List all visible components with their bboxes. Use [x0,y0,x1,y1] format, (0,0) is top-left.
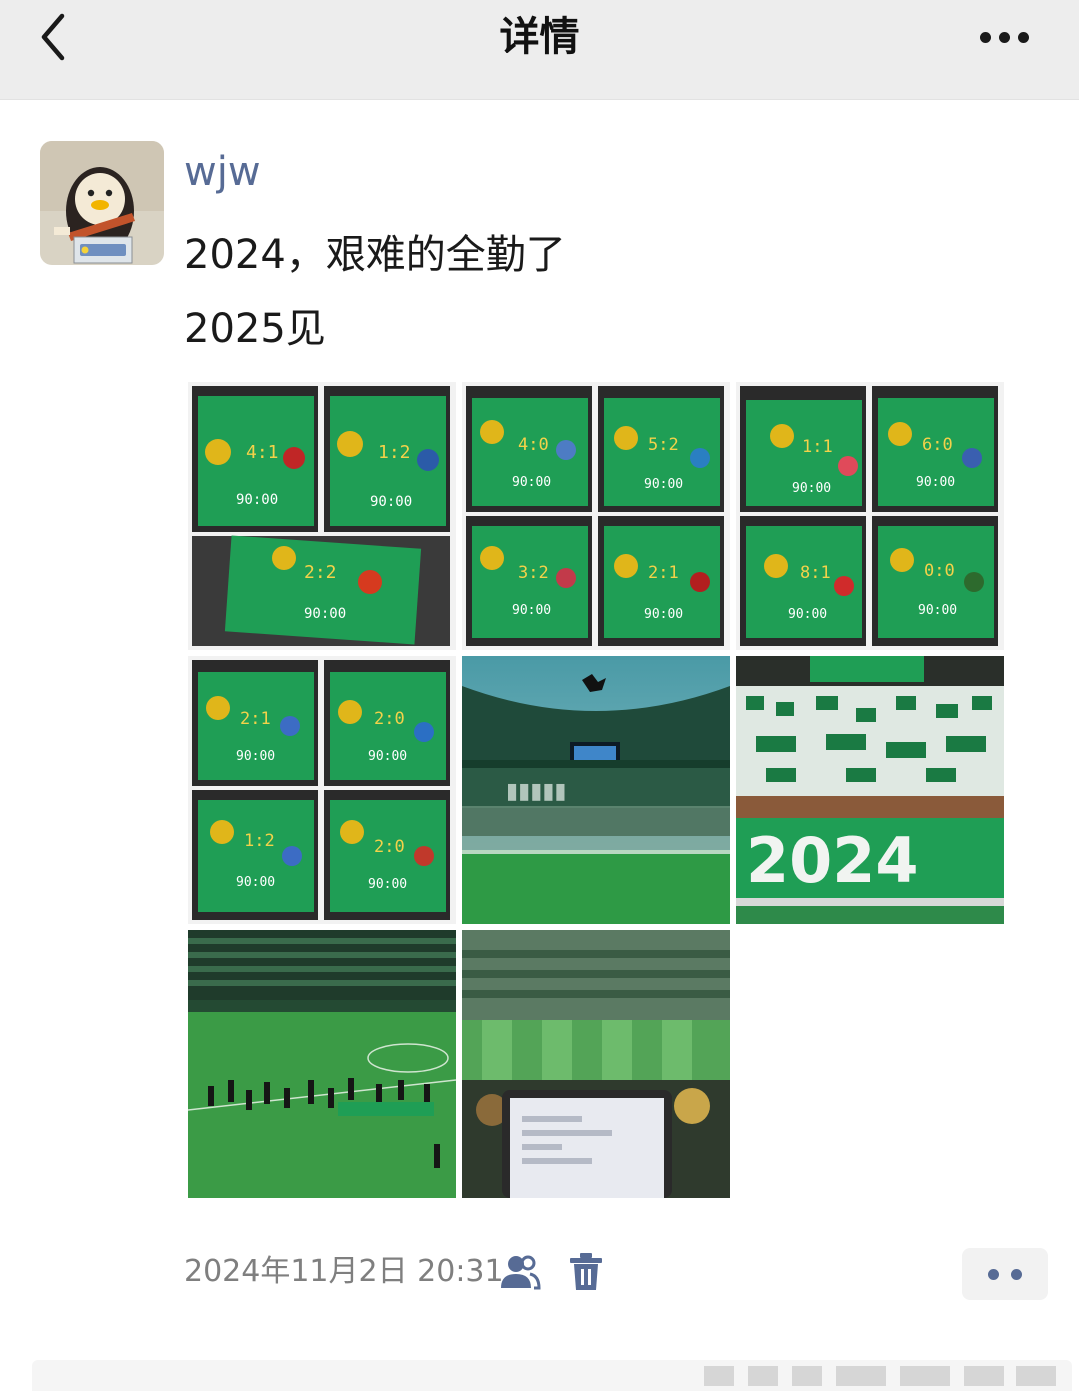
svg-text:1:1: 1:1 [802,437,833,457]
post-text: 2024，艰难的全勤了 2025见 [184,218,566,366]
svg-text:2:0: 2:0 [374,837,405,857]
svg-text:90:00: 90:00 [236,492,278,508]
ellipsis-icon [980,32,991,43]
post-image-7[interactable] [188,930,456,1198]
page-title: 详情 [499,14,580,60]
post-image-6[interactable]: 2024 [736,656,1004,924]
svg-text:90:00: 90:00 [370,494,412,510]
comment-more-button[interactable] [962,1248,1048,1300]
username-link[interactable]: wjw [184,146,261,198]
post-image-4[interactable]: 2:1 90:00 2:0 90:00 1:2 90:00 2:0 90:00 [188,656,456,924]
svg-text:90:00: 90:00 [644,607,683,622]
svg-text:1:2: 1:2 [378,442,411,463]
post-image-1[interactable]: 4:1 90:00 1:2 90:00 2:2 90:00 [188,382,456,650]
post-image-grid: 4:1 90:00 1:2 90:00 2:2 90:00 4:0 90:00 … [184,378,1004,1198]
svg-text:90:00: 90:00 [512,603,551,618]
svg-text:▮▮▮▮▮: ▮▮▮▮▮ [506,779,567,804]
avatar[interactable] [40,141,164,265]
svg-text:5:2: 5:2 [648,435,679,455]
svg-text:90:00: 90:00 [788,607,827,622]
penguin-avatar-icon [40,141,164,265]
more-options-button[interactable] [968,12,1042,62]
svg-text:90:00: 90:00 [236,875,275,890]
trash-icon[interactable] [564,1250,608,1294]
svg-text:4:1: 4:1 [246,442,279,463]
post-image-3[interactable]: 1:1 90:00 6:0 90:00 8:1 90:00 0:0 90:00 [736,382,1004,650]
svg-text:90:00: 90:00 [368,877,407,892]
svg-text:2:1: 2:1 [240,709,271,729]
post-text-line-2: 2025见 [184,306,326,352]
top-navigation-bar: 详情 [0,0,1079,100]
svg-text:2:1: 2:1 [648,563,679,583]
svg-text:90:00: 90:00 [368,749,407,764]
svg-text:3:2: 3:2 [518,563,549,583]
svg-text:90:00: 90:00 [916,475,955,490]
watermark-graphic [704,1366,1056,1386]
svg-text:90:00: 90:00 [304,606,346,622]
svg-text:1:2: 1:2 [244,831,275,851]
friends-visibility-icon[interactable] [498,1250,542,1294]
comments-area-edge [32,1360,1072,1391]
svg-text:90:00: 90:00 [644,477,683,492]
svg-text:90:00: 90:00 [918,603,957,618]
comment-more-icon [988,1269,999,1280]
post-image-5[interactable]: ▮▮▮▮▮ [462,656,730,924]
svg-text:90:00: 90:00 [512,475,551,490]
post-text-line-1: 2024，艰难的全勤了 [184,232,566,278]
svg-text:90:00: 90:00 [792,481,831,496]
svg-text:0:0: 0:0 [924,561,955,581]
svg-text:2024: 2024 [746,824,919,897]
svg-text:2:0: 2:0 [374,709,405,729]
post-timestamp: 2024年11月2日 20:31 [184,1254,504,1289]
svg-text:2:2: 2:2 [304,562,337,583]
post-image-8[interactable] [462,930,730,1198]
svg-text:4:0: 4:0 [518,435,549,455]
svg-text:6:0: 6:0 [922,435,953,455]
post-image-2[interactable]: 4:0 90:00 5:2 90:00 3:2 90:00 2:1 90:00 [462,382,730,650]
svg-text:90:00: 90:00 [236,749,275,764]
svg-text:8:1: 8:1 [800,563,831,583]
